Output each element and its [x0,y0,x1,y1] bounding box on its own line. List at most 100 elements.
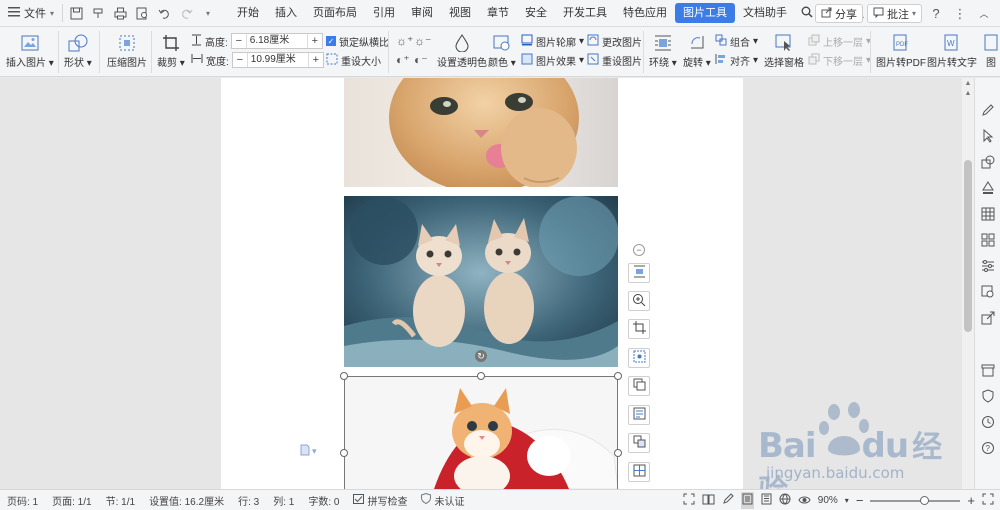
tab-doc-assistant[interactable]: 文档助手 [735,3,795,23]
width-increase-button[interactable]: + [309,54,323,66]
contrast-increase-button[interactable]: ◐⁺ [396,52,410,68]
width-decrease-button[interactable]: − [233,54,247,66]
status-pages[interactable]: 页面: 1/1 [45,493,98,508]
status-column[interactable]: 列: 1 [266,493,301,508]
redo-icon[interactable] [177,4,195,22]
collapse-ribbon-icon[interactable]: ︿ [974,4,994,24]
tab-review[interactable]: 审阅 [403,3,441,23]
spell-check-button[interactable]: 拼写检查 [346,493,414,508]
rotate-button[interactable]: 旋转 ▾ [683,32,711,69]
certification-status[interactable]: 未认证 [414,492,471,508]
tab-insert[interactable]: 插入 [267,3,305,23]
wrap-text-button[interactable]: 环绕 ▾ [649,32,677,69]
bring-forward-button[interactable]: 上移一层 ▾ [808,33,871,49]
group-button[interactable]: 组合 ▾ [715,33,758,49]
archive-icon[interactable] [980,362,996,378]
contrast-decrease-button[interactable]: ◐⁻ [414,52,428,68]
table-icon[interactable] [980,206,996,222]
fit-window-icon[interactable] [982,493,994,508]
tab-section[interactable]: 章节 [479,3,517,23]
share-export-icon[interactable] [980,310,996,326]
height-value-input[interactable]: 6.18厘米 [245,34,308,48]
pen-icon[interactable] [980,102,996,118]
help-circle-icon[interactable]: ? [980,440,996,456]
shield-icon[interactable] [980,388,996,404]
kitten-photo-1[interactable] [344,78,618,187]
reset-size-button[interactable]: 重设大小 [326,52,381,68]
chevron-down-icon[interactable]: ▾ [845,496,849,505]
tab-page-layout[interactable]: 页面布局 [305,3,365,23]
undo-icon[interactable] [155,4,173,22]
selection-pane-button[interactable]: 选择窗格 [764,32,804,69]
shapes-panel-icon[interactable] [980,154,996,170]
status-page-number[interactable]: 页码: 1 [0,493,45,508]
collapse-toolbar-button[interactable]: − [633,244,645,256]
set-transparent-color-button[interactable]: 设置透明色 [437,32,487,69]
tab-references[interactable]: 引用 [365,3,403,23]
resize-handle-middle-right[interactable] [614,449,622,457]
print-preview-icon[interactable] [133,4,151,22]
picture-outline-button[interactable]: 图片轮廓 ▾ [521,33,584,49]
lock-ratio-checkbox[interactable]: ✓ 锁定纵横比 [326,33,389,49]
picture-effect-button[interactable]: 图片效果 ▾ [521,52,584,68]
image-search-icon[interactable] [980,284,996,300]
color-button[interactable]: 颜色 ▾ [488,32,516,69]
height-decrease-button[interactable]: − [232,35,246,47]
zoom-level[interactable]: 90% [818,495,838,506]
outline-view-icon[interactable] [761,493,772,508]
status-section[interactable]: 节: 1/1 [99,493,142,508]
format-painter-icon[interactable] [89,4,107,22]
picture-text-button[interactable] [628,405,650,425]
fullscreen-icon[interactable] [683,493,695,508]
fill-bucket-icon[interactable] [980,180,996,196]
paragraph-anchor[interactable]: ▾ [300,444,317,458]
compress-picture-button[interactable]: 压缩图片 [107,32,147,69]
more-options-icon[interactable]: ⋮ [950,4,970,24]
scroll-up-icon[interactable]: ▲ [964,80,972,87]
picture-to-pdf-button[interactable]: PDF 图片转PDF [876,32,926,69]
crop-button[interactable]: 裁剪 ▾ [157,32,185,69]
scrollbar-thumb[interactable] [964,160,972,332]
status-row[interactable]: 行: 3 [231,493,266,508]
reading-mode-icon[interactable] [702,493,715,508]
web-view-icon[interactable] [779,493,791,508]
rotate-handle[interactable]: ↻ [475,350,487,362]
picture-more-button[interactable] [628,462,650,482]
more-picture-tools-button[interactable]: 图 [980,32,1000,69]
settings-sliders-icon[interactable] [980,258,996,274]
width-value-input[interactable]: 10.99厘米 [246,53,309,67]
resize-handle-top-center[interactable] [477,372,485,380]
file-menu[interactable]: 文件 ▾ [0,0,62,27]
document-page[interactable]: ↻ [221,78,743,489]
send-backward-button[interactable]: 下移一层 ▾ [808,52,871,68]
picture-to-text-button[interactable]: W 图片转文字 [927,32,977,69]
layout-grid-icon[interactable] [980,232,996,248]
document-workspace[interactable]: ↻ ▾ − [0,78,962,489]
tab-picture-tools[interactable]: 图片工具 [675,3,736,23]
zoom-slider[interactable] [870,495,961,505]
reset-picture-button[interactable]: 重设图片 [587,52,642,68]
tab-special-apps[interactable]: 特色应用 [615,3,675,23]
eye-protection-icon[interactable] [798,493,811,508]
zoom-in-icon[interactable]: + [967,493,975,508]
vertical-scrollbar[interactable]: ▲ ▲ [962,78,974,489]
tab-view[interactable]: 视图 [441,3,479,23]
shape-button[interactable]: 形状 ▾ [64,32,92,69]
brightness-decrease-button[interactable]: ☼⁻ [414,33,431,49]
print-icon[interactable] [111,4,129,22]
save-icon[interactable] [67,4,85,22]
share-button[interactable]: 分享 [814,4,863,23]
zoom-out-icon[interactable]: − [856,493,864,508]
kitten-photo-2[interactable] [344,196,618,367]
crop-picture-button[interactable] [628,319,650,339]
tab-home[interactable]: 开始 [229,3,267,23]
brightness-increase-button[interactable]: ☼⁺ [396,33,413,49]
help-question-icon[interactable]: ? [926,4,946,24]
replace-picture-button[interactable] [628,433,650,453]
align-button[interactable]: 对齐 ▾ [715,52,758,68]
copy-picture-button[interactable] [628,376,650,396]
cursor-select-icon[interactable] [980,128,996,144]
status-word-count[interactable]: 字数: 0 [301,493,346,508]
scroll-up-page-icon[interactable]: ▲ [964,90,972,97]
more-quick-access-icon[interactable]: ▾ [199,4,217,22]
